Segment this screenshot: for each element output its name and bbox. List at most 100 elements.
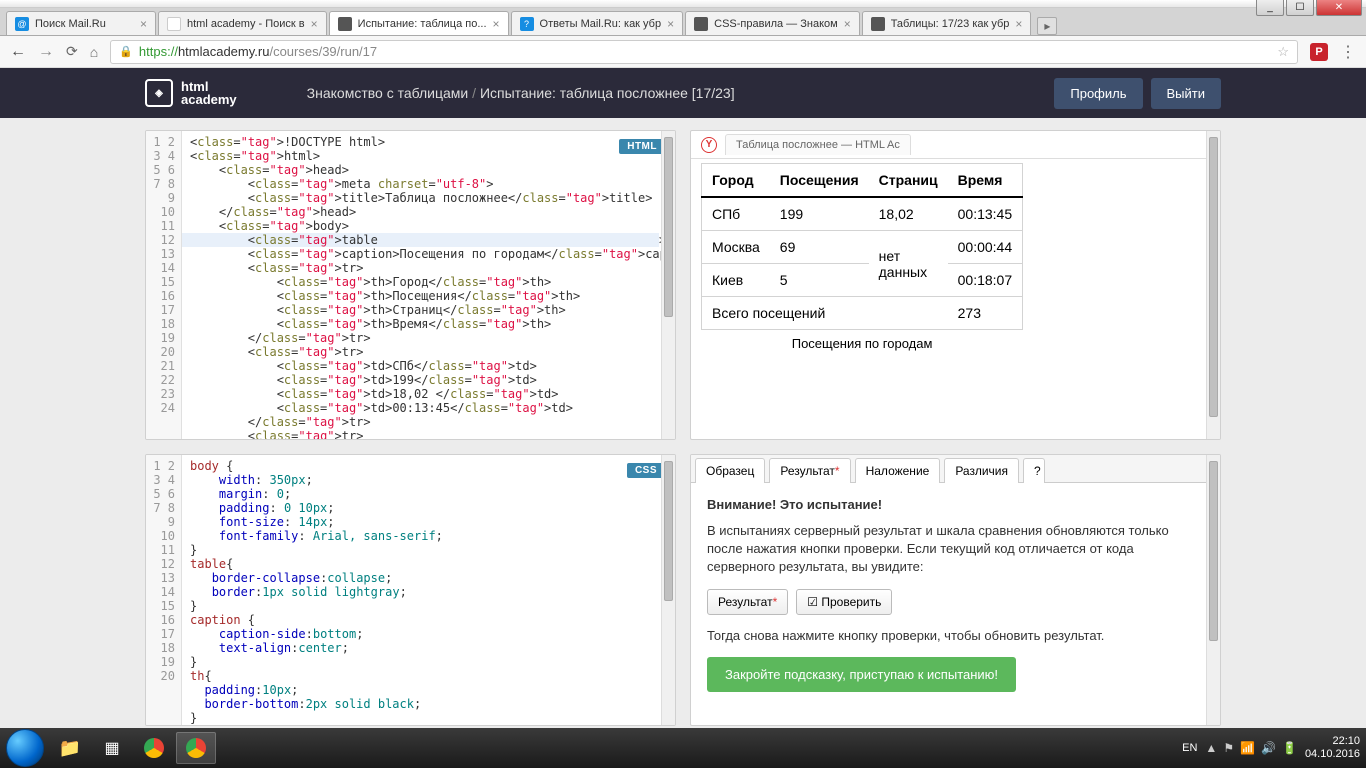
close-icon[interactable]: × (140, 17, 147, 31)
yandex-icon: Y (701, 137, 717, 153)
logo[interactable]: ◈ html academy (145, 79, 237, 107)
network-icon[interactable]: 📶 (1240, 741, 1255, 755)
close-hint-button[interactable]: Закройте подсказку, приступаю к испытани… (707, 657, 1016, 692)
close-icon[interactable]: × (1015, 17, 1022, 31)
breadcrumb-course[interactable]: Знакомство с таблицами (307, 85, 469, 101)
css-badge: CSS (627, 463, 665, 478)
favicon (694, 17, 708, 31)
table-cell: 18,02 (869, 197, 948, 231)
tray-icon[interactable]: ▲ (1205, 741, 1217, 755)
favicon: @ (15, 17, 29, 31)
scrollbar[interactable] (1206, 455, 1220, 725)
code-area[interactable]: body { width: 350px; margin: 0; padding:… (182, 455, 675, 725)
tab-sample[interactable]: Образец (695, 458, 765, 483)
tab-overlay[interactable]: Наложение (855, 458, 941, 483)
windows-taskbar: 📁 ▦ EN ▲ ⚑ 📶 🔊 🔋 22:10 04.10.2016 (0, 728, 1366, 768)
html-editor[interactable]: 1 2 3 4 5 6 7 8 9 10 11 12 13 14 15 16 1… (146, 131, 675, 439)
language-indicator[interactable]: EN (1182, 742, 1197, 754)
address-bar[interactable]: 🔒 https://htmlacademy.ru/courses/39/run/… (110, 40, 1298, 64)
taskbar-explorer[interactable]: 📁 (50, 732, 90, 764)
tab-title: Таблицы: 17/23 как убр (891, 18, 1010, 30)
window-close-button[interactable]: ✕ (1316, 0, 1362, 16)
battery-icon[interactable]: 🔋 (1282, 741, 1297, 755)
alert-body2: Тогда снова нажмите кнопку проверки, что… (707, 627, 1204, 645)
check-button[interactable]: ☑ Проверить (796, 589, 892, 615)
profile-button[interactable]: Профиль (1054, 78, 1142, 109)
compare-tabs: Образец Результат* Наложение Различия ? (691, 455, 1220, 483)
scrollbar[interactable] (661, 455, 675, 725)
close-icon[interactable]: × (667, 17, 674, 31)
breadcrumb-task: Испытание: таблица посложнее [17/23] (480, 85, 735, 101)
home-button[interactable]: ⌂ (90, 44, 98, 60)
tab-title: Испытание: таблица по... (358, 18, 487, 30)
table-cell: СПб (702, 197, 770, 231)
close-icon[interactable]: × (493, 17, 500, 31)
taskbar-chrome[interactable] (134, 732, 174, 764)
browser-tab[interactable]: html academy - Поиск в × (158, 11, 327, 35)
browser-toolbar: ← → ⟳ ⌂ 🔒 https://htmlacademy.ru/courses… (0, 36, 1366, 68)
tab-result[interactable]: Результат* (769, 458, 850, 483)
table-cell: 199 (770, 197, 869, 231)
html-badge: HTML (619, 139, 665, 154)
forward-button[interactable]: → (38, 43, 54, 61)
breadcrumb: Знакомство с таблицами / Испытание: табл… (307, 85, 735, 101)
tab-diff[interactable]: Различия (944, 458, 1019, 483)
tab-title: Поиск Mail.Ru (35, 18, 106, 30)
table-header: Город (702, 164, 770, 198)
table-cell: 00:18:07 (948, 264, 1023, 297)
line-gutter: 1 2 3 4 5 6 7 8 9 10 11 12 13 14 15 16 1… (146, 455, 182, 725)
bookmark-star-icon[interactable]: ☆ (1277, 44, 1289, 60)
site-header: ◈ html academy Знакомство с таблицами / … (0, 68, 1366, 118)
table-cell: Киев (702, 264, 770, 297)
preview-tabbar: Y Таблица посложнее — HTML Ac (691, 131, 1220, 159)
taskbar-app[interactable]: ▦ (92, 732, 132, 764)
table-header: Время (948, 164, 1023, 198)
scrollbar[interactable] (1206, 131, 1220, 439)
browser-tab[interactable]: CSS-правила — Знаком × (685, 11, 860, 35)
start-button[interactable] (6, 729, 44, 767)
pinterest-extension-icon[interactable]: P (1310, 43, 1328, 61)
favicon: ? (520, 17, 534, 31)
favicon (871, 17, 885, 31)
table-cell: нет данных (869, 231, 948, 297)
volume-icon[interactable]: 🔊 (1261, 741, 1276, 755)
url-path: /courses/39/run/17 (269, 44, 377, 59)
browser-tab[interactable]: @ Поиск Mail.Ru × (6, 11, 156, 35)
favicon (167, 17, 181, 31)
compare-panel: Образец Результат* Наложение Различия ? … (690, 454, 1221, 726)
main-content: HTML 1 2 3 4 5 6 7 8 9 10 11 12 13 14 15… (0, 118, 1366, 738)
preview-body: ГородПосещенияСтраницВремя СПб19918,0200… (691, 163, 1220, 357)
tab-title: CSS-правила — Знаком (714, 18, 838, 30)
table-header: Посещения (770, 164, 869, 198)
scrollbar[interactable] (661, 131, 675, 439)
window-minimize-button[interactable]: _ (1256, 0, 1284, 16)
browser-tab-strip: @ Поиск Mail.Ru × html academy - Поиск в… (0, 8, 1366, 36)
taskbar-chrome-active[interactable] (176, 732, 216, 764)
tab-help[interactable]: ? (1023, 458, 1045, 483)
system-clock[interactable]: 22:10 04.10.2016 (1305, 735, 1360, 761)
reload-button[interactable]: ⟳ (66, 43, 78, 60)
browser-tab[interactable]: Таблицы: 17/23 как убр × (862, 11, 1032, 35)
tray-icons[interactable]: ▲ ⚑ 📶 🔊 🔋 (1205, 741, 1297, 755)
table-caption: Посещения по городам (701, 330, 1023, 357)
table-cell: Москва (702, 231, 770, 264)
browser-tab[interactable]: ? Ответы Mail.Ru: как убр × (511, 11, 684, 35)
flag-icon[interactable]: ⚑ (1223, 741, 1234, 755)
logo-text: html academy (181, 80, 237, 106)
window-maximize-button[interactable]: ☐ (1286, 0, 1314, 16)
table-cell: 273 (948, 297, 1023, 330)
css-editor[interactable]: 1 2 3 4 5 6 7 8 9 10 11 12 13 14 15 16 1… (146, 455, 675, 725)
table-header: Страниц (869, 164, 948, 198)
code-area[interactable]: <class="tag">!DOCTYPE html> <class="tag"… (182, 131, 675, 439)
lock-icon: 🔒 (119, 45, 133, 58)
close-icon[interactable]: × (844, 17, 851, 31)
tab-title: Ответы Mail.Ru: как убр (540, 18, 662, 30)
new-tab-button[interactable]: ▸ (1037, 17, 1057, 35)
close-icon[interactable]: × (311, 17, 318, 31)
logout-button[interactable]: Выйти (1151, 78, 1222, 109)
back-button[interactable]: ← (10, 43, 26, 61)
browser-menu-icon[interactable]: ⋮ (1340, 42, 1356, 62)
preview-tab-title: Таблица посложнее — HTML Ac (725, 134, 911, 155)
browser-tab-active[interactable]: Испытание: таблица по... × (329, 11, 509, 35)
result-button[interactable]: Результат* (707, 589, 788, 615)
